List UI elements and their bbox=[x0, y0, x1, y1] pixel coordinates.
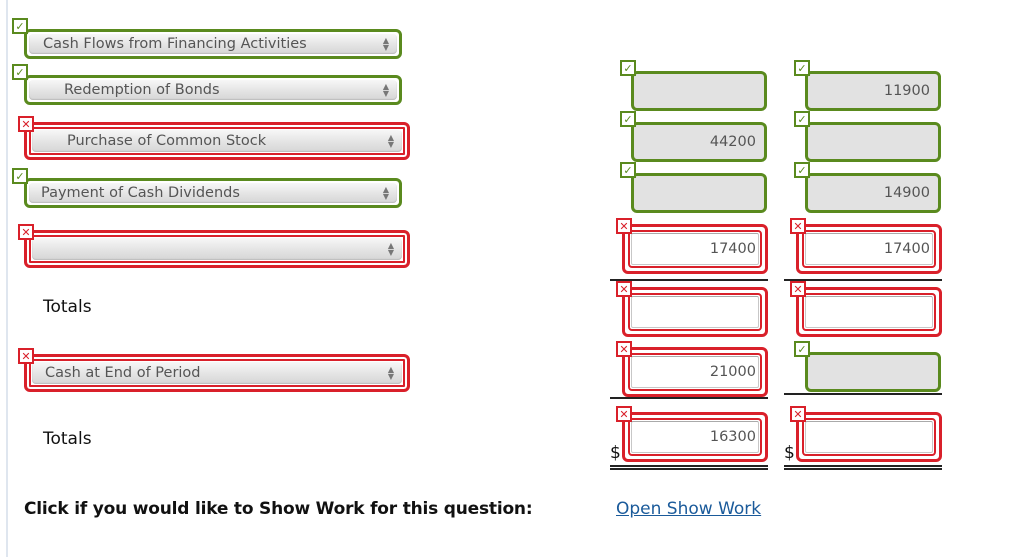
input-cash-end-col-1[interactable]: 21000 bbox=[622, 347, 768, 397]
correct-check-icon: ✓ bbox=[794, 341, 810, 357]
incorrect-x-icon: ✕ bbox=[616, 406, 632, 422]
select-arrows-icon: ▲ ▼ bbox=[382, 82, 389, 98]
select-arrows-icon: ▲ ▼ bbox=[387, 365, 394, 381]
correct-check-icon: ✓ bbox=[620, 111, 636, 127]
incorrect-x-icon: ✕ bbox=[790, 218, 806, 234]
correct-check-icon: ✓ bbox=[12, 18, 28, 34]
input-row-1-col-2[interactable]: 11900 bbox=[805, 71, 941, 111]
currency-symbol: $ bbox=[784, 443, 795, 463]
totals-label: Totals bbox=[43, 297, 92, 317]
incorrect-x-icon: ✕ bbox=[616, 281, 632, 297]
incorrect-x-icon: ✕ bbox=[18, 348, 34, 364]
totals-label: Totals bbox=[43, 429, 92, 449]
select-arrows-icon: ▲ ▼ bbox=[387, 241, 394, 257]
input-totals-2-col-2[interactable] bbox=[796, 412, 942, 462]
correct-check-icon: ✓ bbox=[12, 168, 28, 184]
select-arrows-icon: ▲ ▼ bbox=[382, 36, 389, 52]
incorrect-x-icon: ✕ bbox=[790, 406, 806, 422]
select-value: Cash at End of Period bbox=[45, 365, 201, 381]
input-row-3-col-1[interactable] bbox=[631, 173, 767, 213]
incorrect-x-icon: ✕ bbox=[18, 224, 34, 240]
input-totals-1-col-1[interactable] bbox=[622, 287, 768, 337]
select-arrows-icon: ▲ ▼ bbox=[387, 133, 394, 149]
open-show-work-link[interactable]: Open Show Work bbox=[616, 499, 761, 519]
left-border bbox=[6, 0, 8, 557]
select-section-header[interactable]: Cash Flows from Financing Activities ▲ ▼ bbox=[24, 29, 402, 59]
select-value: Purchase of Common Stock bbox=[67, 133, 267, 149]
correct-check-icon: ✓ bbox=[794, 111, 810, 127]
select-row-2[interactable]: Purchase of Common Stock ▲ ▼ bbox=[24, 122, 410, 160]
subtotal-rule bbox=[784, 279, 942, 281]
subtotal-rule bbox=[610, 279, 768, 281]
input-cash-end-col-2[interactable] bbox=[805, 352, 941, 392]
input-row-4-col-1[interactable]: 17400 bbox=[622, 224, 768, 274]
correct-check-icon: ✓ bbox=[12, 64, 28, 80]
select-arrows-icon: ▲ ▼ bbox=[382, 185, 389, 201]
incorrect-x-icon: ✕ bbox=[616, 218, 632, 234]
select-value: Cash Flows from Financing Activities bbox=[43, 36, 307, 52]
select-row-4[interactable]: ▲ ▼ bbox=[24, 230, 410, 268]
input-totals-1-col-2[interactable] bbox=[796, 287, 942, 337]
select-cash-end[interactable]: Cash at End of Period ▲ ▼ bbox=[24, 354, 410, 392]
correct-check-icon: ✓ bbox=[620, 60, 636, 76]
incorrect-x-icon: ✕ bbox=[790, 281, 806, 297]
show-work-prompt: Click if you would like to Show Work for… bbox=[24, 499, 533, 519]
input-row-2-col-2[interactable] bbox=[805, 122, 941, 162]
currency-symbol: $ bbox=[610, 443, 621, 463]
incorrect-x-icon: ✕ bbox=[18, 116, 34, 132]
input-row-1-col-1[interactable] bbox=[631, 71, 767, 111]
select-value: Redemption of Bonds bbox=[64, 82, 220, 98]
subtotal-rule bbox=[784, 393, 942, 395]
correct-check-icon: ✓ bbox=[620, 162, 636, 178]
subtotal-rule bbox=[610, 397, 768, 399]
input-row-2-col-1[interactable]: 44200 bbox=[631, 122, 767, 162]
input-totals-2-col-1[interactable]: 16300 bbox=[622, 412, 768, 462]
select-value: Payment of Cash Dividends bbox=[41, 185, 240, 201]
input-row-4-col-2[interactable]: 17400 bbox=[796, 224, 942, 274]
select-row-1[interactable]: Redemption of Bonds ▲ ▼ bbox=[24, 75, 402, 105]
incorrect-x-icon: ✕ bbox=[616, 341, 632, 357]
correct-check-icon: ✓ bbox=[794, 60, 810, 76]
select-row-3[interactable]: Payment of Cash Dividends ▲ ▼ bbox=[24, 178, 402, 208]
input-row-3-col-2[interactable]: 14900 bbox=[805, 173, 941, 213]
correct-check-icon: ✓ bbox=[794, 162, 810, 178]
grand-total-double-rule bbox=[784, 465, 942, 470]
grand-total-double-rule bbox=[610, 465, 768, 470]
